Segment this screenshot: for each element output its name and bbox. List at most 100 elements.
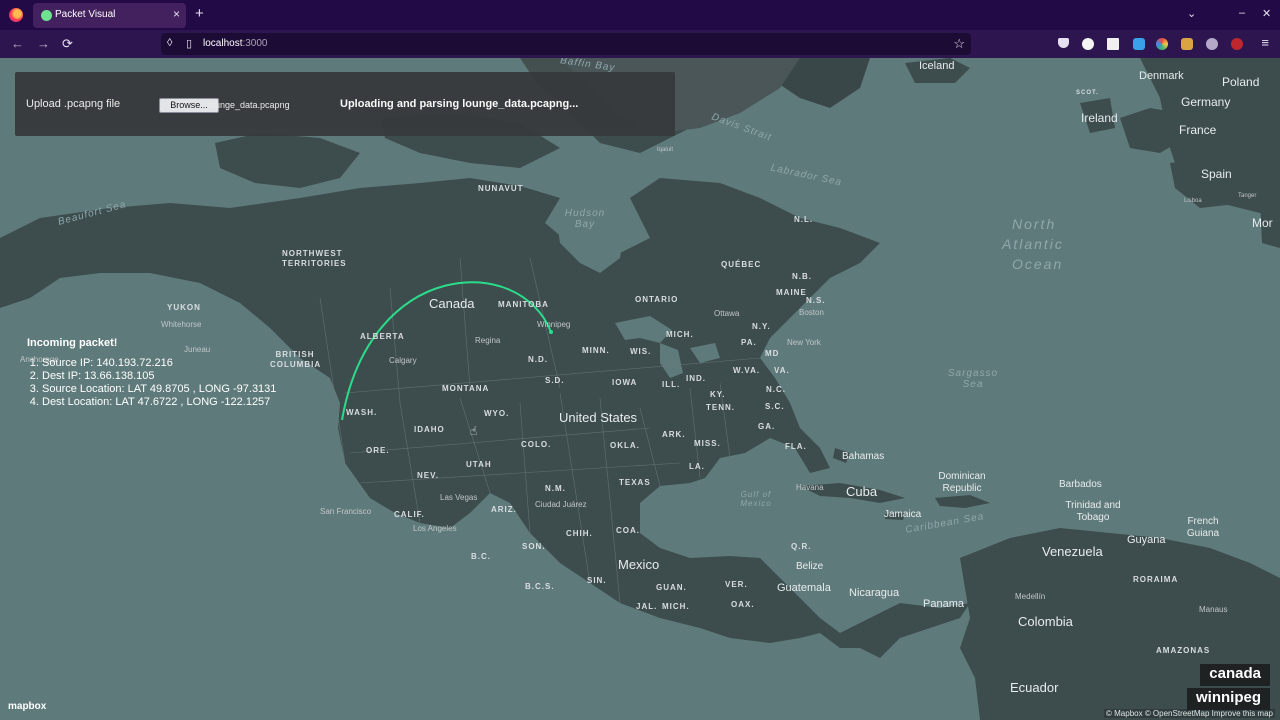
- map-label-country: Jamaica: [884, 509, 922, 520]
- map-label-region: WASH.: [346, 408, 378, 417]
- mapbox-logo[interactable]: mapbox: [8, 701, 46, 712]
- map-label-city: Los Angeles: [413, 524, 457, 533]
- map-label-region: B.C.: [471, 552, 491, 561]
- forward-button[interactable]: →: [37, 36, 50, 51]
- map-label-region: N.C.: [766, 385, 786, 394]
- url-text[interactable]: localhost:3000: [203, 38, 268, 49]
- map-label-region: NEV.: [417, 471, 439, 480]
- map-label-region: ARIZ.: [491, 505, 517, 514]
- map-label-region: COLO.: [521, 440, 552, 449]
- map-label-region: MAINE: [776, 288, 807, 297]
- extension-icon[interactable]: [1156, 38, 1168, 50]
- map-label-city: Medellín: [1015, 592, 1046, 601]
- map-label-region: COA.: [616, 526, 640, 535]
- map-label-region: TENN.: [706, 403, 735, 412]
- map-label-region: Q.R.: [791, 542, 812, 551]
- map-label-region: NUNAVUT: [478, 184, 524, 193]
- account-icon[interactable]: [1082, 38, 1094, 50]
- firefox-icon[interactable]: [9, 8, 23, 22]
- map-label-country: Panama: [923, 598, 964, 610]
- extension-icon[interactable]: [1206, 38, 1218, 50]
- map-label-region: OKLA.: [610, 441, 640, 450]
- location-city-badge: winnipeg: [1187, 688, 1270, 710]
- star-icon[interactable]: ☆: [953, 36, 965, 52]
- map-label-country: Denmark: [1139, 70, 1184, 82]
- map-label-region: FLA.: [785, 442, 807, 451]
- map-label-region: TEXAS: [619, 478, 651, 487]
- map-label-region: GA.: [758, 422, 776, 431]
- map-label-water: Gulf of Mexico: [740, 490, 772, 508]
- arc-origin-dot: [549, 330, 553, 334]
- shield-icon[interactable]: ◊: [167, 37, 172, 49]
- map-label-region: MD: [765, 349, 780, 358]
- upload-panel: Upload .pcapng file Browse... lounge_dat…: [15, 72, 675, 136]
- map-label-city: Iqaluit: [657, 147, 674, 153]
- close-window-icon[interactable]: ✕: [1262, 7, 1271, 20]
- back-button[interactable]: ←: [11, 36, 24, 51]
- map-label-region: N.S.: [806, 296, 826, 305]
- map-label-country: Barbados: [1059, 479, 1102, 490]
- menu-icon[interactable]: ≡: [1261, 35, 1269, 50]
- map-label-city: Manaus: [1199, 605, 1228, 614]
- upload-status: Uploading and parsing lounge_data.pcapng…: [340, 98, 579, 110]
- map-label-region: N.L.: [794, 215, 814, 224]
- map-label-region: B.C.S.: [525, 582, 555, 591]
- map-canvas[interactable]: ☝ Baffin Bay Davis Strait Labrador Sea B…: [0, 58, 1280, 720]
- extension-icon[interactable]: [1181, 38, 1193, 50]
- map-label-region: SCOT.: [1076, 90, 1099, 96]
- packet-source-ip: Source IP: 140.193.72.216: [42, 357, 276, 370]
- map-label-country: Colombia: [1018, 614, 1073, 629]
- map-label-country: French Guiana: [1186, 516, 1220, 539]
- map-label-region: S.D.: [545, 376, 565, 385]
- map-attribution[interactable]: © Mapbox © OpenStreetMap Improve this ma…: [1104, 709, 1275, 718]
- map-label-country: Venezuela: [1042, 544, 1103, 559]
- map-label-region: MICH.: [666, 330, 694, 339]
- map-label-region: SIN.: [587, 576, 607, 585]
- map-label-city: New York: [787, 338, 821, 347]
- map-label-city: Las Vegas: [440, 493, 478, 502]
- extension-icon[interactable]: [1133, 38, 1145, 50]
- map-label-region: OAX.: [731, 600, 755, 609]
- map-label-region: MICH.: [662, 602, 690, 611]
- upload-label: Upload .pcapng file: [26, 98, 121, 110]
- map-label-region: N.B.: [792, 272, 812, 281]
- url-bar[interactable]: ◊ ▯ localhost:3000 ☆: [161, 33, 971, 55]
- map-label-country: Nicaragua: [849, 587, 900, 599]
- map-label-region: N.M.: [545, 484, 566, 493]
- page-icon: ▯: [186, 38, 193, 50]
- favicon-icon: [41, 10, 52, 21]
- chevron-down-icon[interactable]: ⌄: [1187, 7, 1196, 20]
- new-tab-button[interactable]: +: [195, 5, 204, 22]
- map-label-region: RORAIMA: [1133, 575, 1179, 584]
- map-label-region: ALBERTA: [360, 332, 405, 341]
- pocket-icon[interactable]: [1058, 38, 1069, 48]
- map-label-region: UTAH: [466, 460, 492, 469]
- minimize-icon[interactable]: –: [1239, 7, 1245, 19]
- browser-window: Packet Visual × + ⌄ – ✕ ← → ⟳ ◊ ▯ localh…: [0, 0, 1280, 720]
- map-label-region: KY.: [710, 390, 726, 399]
- map-label-region: W.VA.: [733, 366, 761, 375]
- map-label-region: N.Y.: [752, 322, 771, 331]
- location-country-badge: canada: [1200, 664, 1270, 686]
- map-label-region: ORE.: [366, 446, 390, 455]
- tab-packet-visual[interactable]: Packet Visual ×: [33, 3, 186, 28]
- hand-cursor-icon: ☝: [470, 424, 477, 438]
- map-label-country: Poland: [1222, 75, 1260, 89]
- map-label-region: JAL.: [636, 602, 658, 611]
- reload-button[interactable]: ⟳: [62, 36, 73, 52]
- tab-title: Packet Visual: [55, 9, 116, 20]
- map-label-water: Hudson Bay: [564, 208, 606, 230]
- map-label-country: Belize: [796, 561, 824, 572]
- map-label-city: Ottawa: [714, 309, 740, 318]
- map-label-region: AMAZONAS: [1156, 646, 1211, 655]
- map-label-region: CHIH.: [566, 529, 593, 538]
- selected-file-name: lounge_data.pcapng: [208, 100, 290, 110]
- map-label-ocean: Ocean: [1012, 256, 1064, 272]
- close-tab-icon[interactable]: ×: [173, 7, 180, 21]
- map-label-region: VA.: [774, 366, 790, 375]
- packet-title: Incoming packet!: [27, 337, 118, 349]
- map-label-region: QUÉBEC: [721, 260, 762, 269]
- map-label-country: Dominican Republic: [938, 471, 986, 494]
- extension-icon[interactable]: [1231, 38, 1243, 50]
- extension-icon[interactable]: [1107, 38, 1119, 50]
